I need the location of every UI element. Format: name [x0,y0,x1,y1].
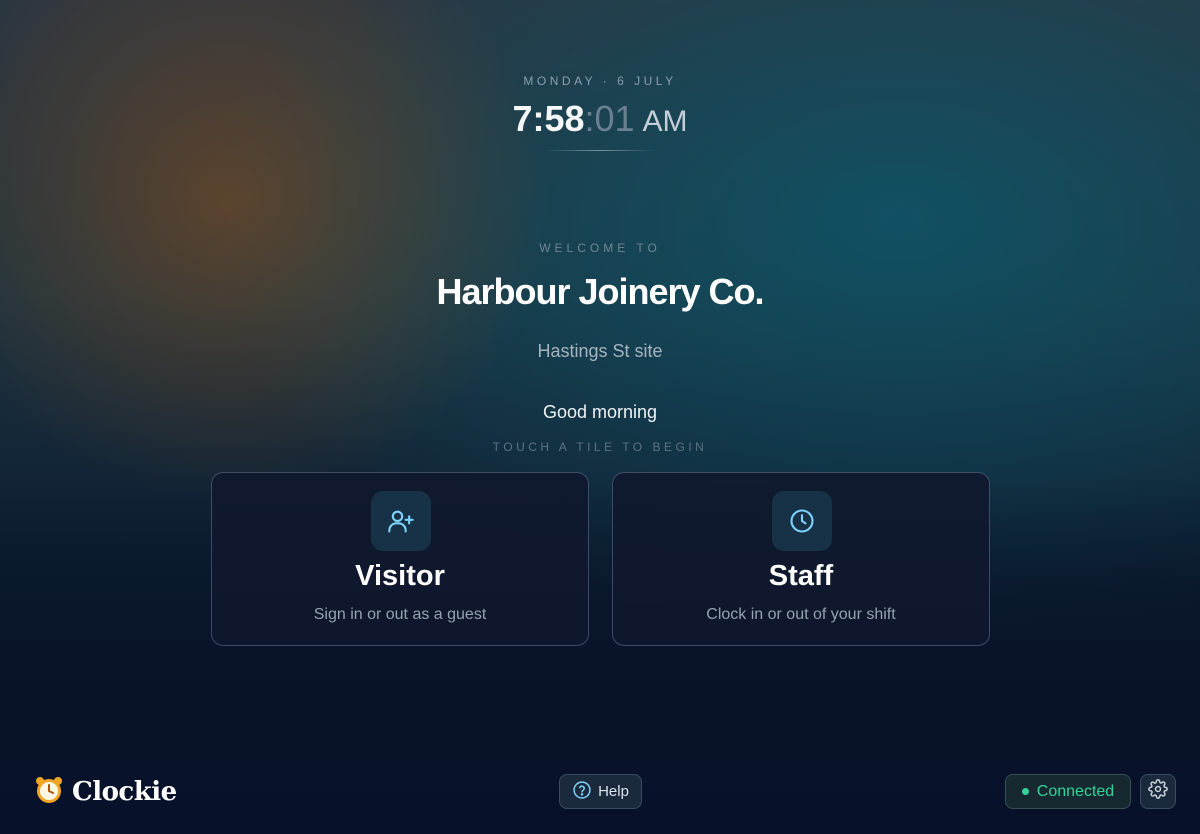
brand-name: Clockie [72,777,177,807]
gear-icon [1148,779,1168,804]
settings-button[interactable] [1140,774,1176,809]
date-label: MONDAY · 6 JULY [523,74,677,88]
connection-status[interactable]: Connected [1005,774,1131,809]
site-name: Hastings St site [537,341,663,361]
clock-hours-minutes: 7:58 [512,98,585,139]
kiosk-screen: MONDAY · 6 JULY 7:58:01 AM WELCOME TO Har… [0,0,1200,834]
clock-ampm: AM [642,105,688,138]
visitor-tile-subtitle: Sign in or out as a guest [313,606,487,623]
greeting: Good morning [542,402,658,422]
help-button[interactable]: Help [559,774,642,809]
clock-icon [772,491,832,551]
visitor-tile-title: Visitor [355,560,445,592]
company-name: Harbour Joinery Co. [436,271,764,312]
brand-logo: Clockie [34,776,177,808]
user-plus-icon [371,491,431,551]
status-dot-icon [1021,788,1029,795]
visitor-tile[interactable]: Visitor Sign in or out as a guest [211,472,589,646]
staff-tile-title: Staff [768,560,834,592]
staff-tile[interactable]: Staff Clock in or out of your shift [612,472,990,646]
connection-status-label: Connected [1036,782,1115,800]
clock-seconds: :01 [584,98,635,139]
clock: 7:58:01 AM [0,96,1200,145]
question-circle-icon [572,780,592,804]
staff-tile-subtitle: Clock in or out of your shift [706,606,896,623]
alarm-clock-icon [34,775,64,810]
help-button-label: Help [598,783,629,800]
welcome-label: WELCOME TO [539,241,661,255]
instruction-hint: TOUCH A TILE TO BEGIN [492,440,708,454]
clock-divider [545,150,655,151]
